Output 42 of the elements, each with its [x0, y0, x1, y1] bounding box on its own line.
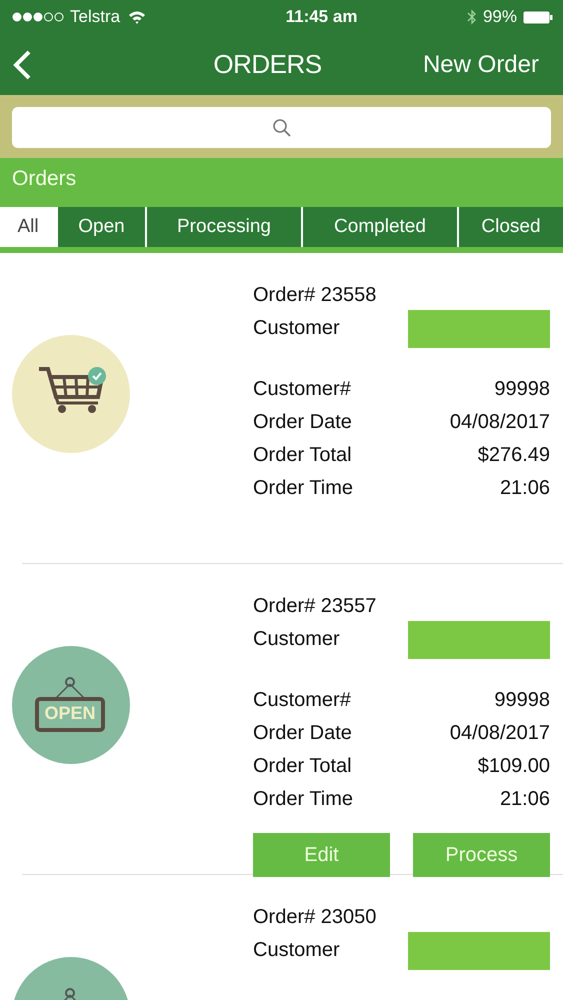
order-number: Order# 23050 [253, 906, 376, 929]
field-label: Order Time [253, 788, 354, 811]
field-label: Order Total [253, 755, 352, 778]
customer-label: Customer [253, 628, 340, 651]
filter-tab[interactable]: Completed [301, 207, 457, 247]
field-value: 21:06 [500, 788, 550, 811]
field-value: 04/08/2017 [450, 411, 550, 434]
field-value: 99998 [494, 378, 550, 401]
filter-tab[interactable]: Processing [145, 207, 301, 247]
field-value: $276.49 [478, 444, 550, 467]
bluetooth-icon [466, 8, 477, 26]
back-icon[interactable] [12, 48, 32, 80]
clock-time: 11:45 am [284, 7, 358, 27]
search-field[interactable] [12, 107, 551, 148]
order-number: Order# 23557 [253, 595, 376, 618]
field-label: Order Time [253, 477, 354, 500]
customer-label: Customer [253, 939, 340, 962]
field-value: 99998 [494, 689, 550, 712]
battery-icon [522, 10, 553, 24]
battery-percent: 99% [482, 7, 517, 27]
filter-tab[interactable]: Closed [457, 207, 563, 247]
order-number: Order# 23558 [253, 284, 376, 307]
field-label: Order Date [253, 411, 352, 434]
filter-tab[interactable]: Open [56, 207, 145, 247]
field-value: 04/08/2017 [450, 722, 550, 745]
field-label: Order Total [253, 444, 352, 467]
field-label: Customer# [253, 689, 351, 712]
screen-title: ORDERS [212, 49, 323, 80]
field-label: Customer# [253, 378, 351, 401]
hanging-sign-icon: OPEN [12, 646, 130, 764]
section-header: Orders [0, 158, 563, 203]
filter-tab[interactable]: All [0, 207, 56, 247]
wifi-icon [128, 10, 146, 24]
field-label: Order Date [253, 722, 352, 745]
carrier-name: Telstra [70, 7, 120, 27]
field-value: $109.00 [478, 755, 550, 778]
search-icon [272, 118, 292, 138]
customer-label: Customer [253, 317, 340, 340]
new-order-button[interactable]: New Order [422, 50, 539, 78]
signal-icon [12, 12, 64, 22]
shopping-cart-icon [12, 335, 130, 453]
field-value: 21:06 [500, 477, 550, 500]
